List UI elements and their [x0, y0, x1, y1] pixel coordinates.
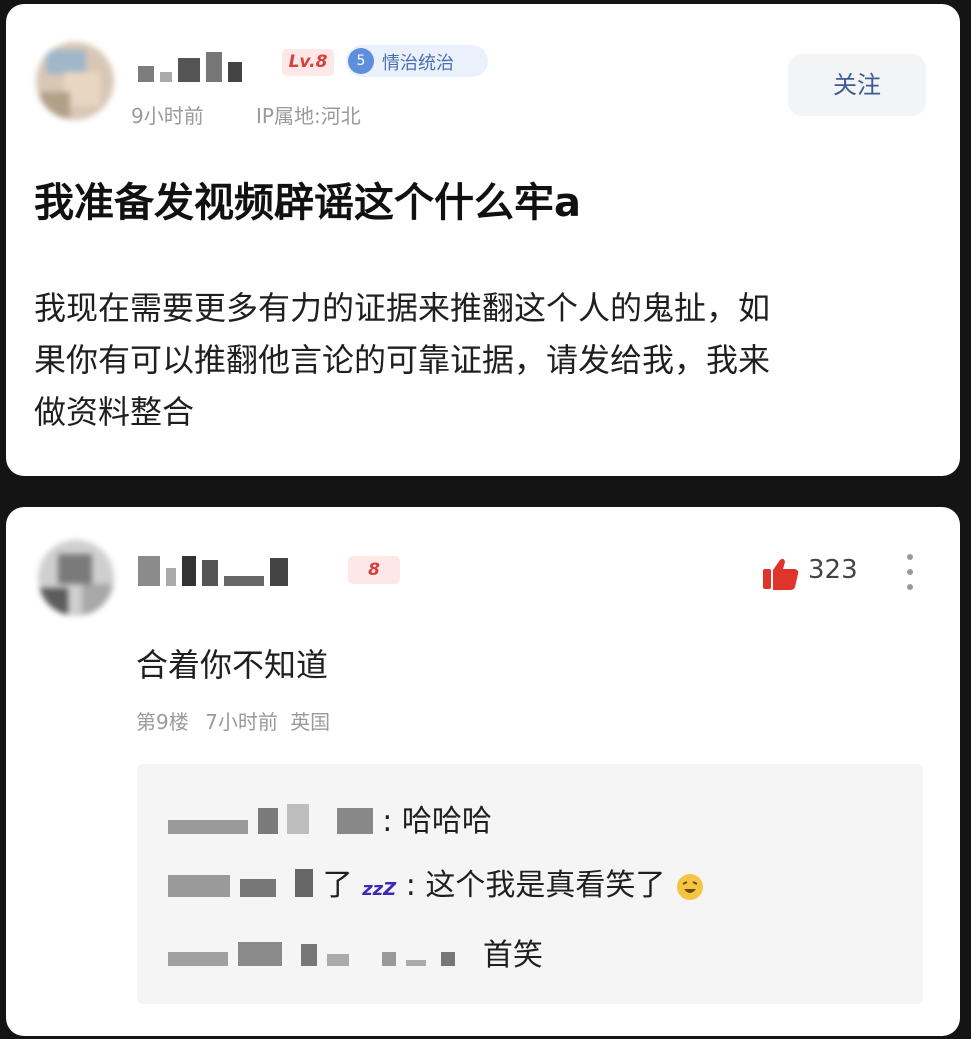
thumbs-up-icon	[763, 558, 799, 590]
post-body-line: 果你有可以推翻他言论的可靠证据，请发给我，我来	[34, 341, 771, 379]
like-count: 323	[808, 555, 858, 585]
comment-time: 7小时前	[205, 710, 278, 734]
post-ip-location: IP属地:河北	[256, 104, 361, 128]
post-body: 我现在需要更多有力的证据来推翻这个人的鬼扯，如 果你有可以推翻他言论的可靠证据，…	[34, 282, 929, 438]
level-badge: Lv.8	[282, 49, 334, 76]
post-title: 我准备发视频辟谣这个什么牢a	[34, 180, 581, 226]
comment-text: 合着你不知道	[136, 646, 329, 684]
reply-name-suffix: 了	[322, 868, 353, 903]
commenter-avatar[interactable]	[38, 540, 114, 616]
comment-location: 英国	[290, 710, 331, 734]
comment-meta: 第9楼 7小时前 英国	[136, 706, 330, 735]
reply-text: 首笑	[482, 938, 543, 973]
vip-label: 情治统治	[382, 53, 454, 74]
more-options-icon[interactable]	[900, 550, 920, 594]
reply-item[interactable]: : 哈哈哈	[168, 796, 492, 842]
follow-button[interactable]: 关注	[788, 54, 926, 116]
post-body-line: 我现在需要更多有力的证据来推翻这个人的鬼扯，如	[34, 289, 771, 327]
vip-badge[interactable]: 5 情治统治	[346, 45, 488, 77]
reply-name-mosaic	[168, 803, 373, 842]
author-avatar[interactable]	[36, 42, 114, 120]
reply-text: : 哈哈哈	[382, 804, 492, 839]
reply-text: : 这个我是真看笑了	[405, 868, 666, 903]
comment-floor: 第9楼	[136, 710, 189, 734]
reply-name-mosaic	[168, 939, 456, 974]
laughing-emoji-icon	[676, 873, 703, 900]
post-body-line: 做资料整合	[34, 393, 195, 431]
vip-level-icon: 5	[348, 48, 374, 74]
sleep-zzz-icon: zzZ	[362, 879, 397, 900]
post-time: 9小时前	[131, 104, 204, 128]
commenter-level-badge: 8	[348, 556, 400, 584]
author-name-mosaic[interactable]	[138, 48, 242, 82]
reply-name-mosaic	[168, 868, 314, 905]
commenter-name-mosaic[interactable]	[138, 552, 288, 586]
reply-item[interactable]: 了 zzZ : 这个我是真看笑了	[168, 860, 705, 905]
reply-item[interactable]: 首笑	[168, 930, 543, 974]
